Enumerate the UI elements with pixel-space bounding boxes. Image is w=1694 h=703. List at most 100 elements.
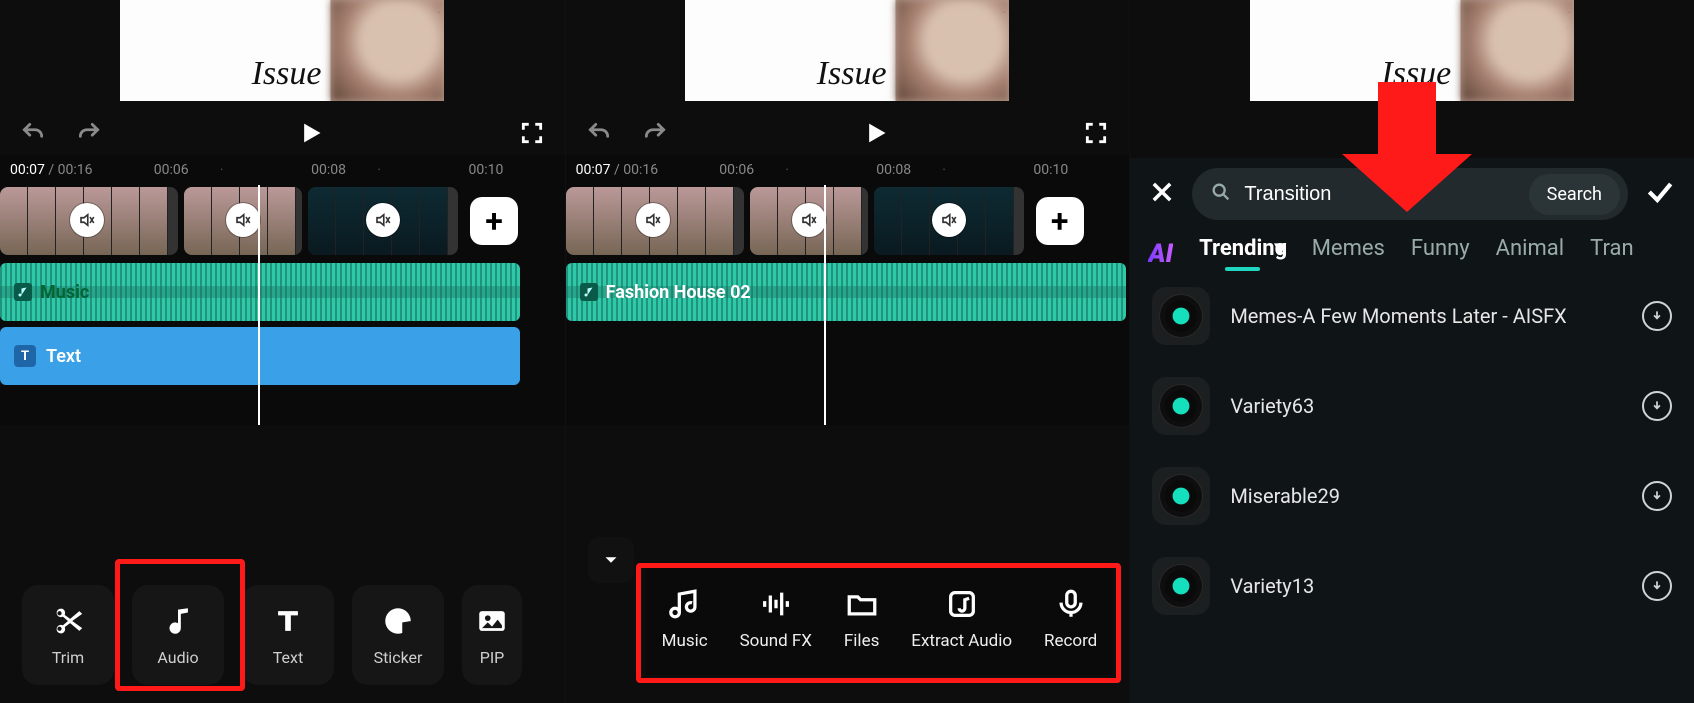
tool-audio[interactable]: Audio	[132, 585, 224, 685]
mute-icon[interactable]	[70, 203, 104, 237]
sound-name: Miserable29	[1230, 484, 1622, 508]
playhead[interactable]	[824, 185, 826, 425]
audio-track[interactable]: Fashion House 02	[566, 263, 1126, 321]
audio-submenu: Music Sound FX Files Extract Audio Recor…	[646, 563, 1114, 675]
download-button[interactable]	[1642, 571, 1672, 601]
tab-animal[interactable]: Animal	[1496, 236, 1564, 271]
redo-button[interactable]	[76, 120, 102, 146]
tool-pip[interactable]: PIP	[462, 585, 522, 685]
mute-icon[interactable]	[226, 203, 260, 237]
video-clip[interactable]	[750, 187, 868, 255]
playhead[interactable]	[258, 185, 260, 425]
collapse-submenu-button[interactable]	[588, 537, 634, 583]
tab-memes[interactable]: Memes	[1312, 236, 1385, 271]
preview-frame[interactable]: Issuet	[685, 0, 1009, 101]
play-button[interactable]	[861, 119, 889, 147]
preview-frame[interactable]: Issuet	[1250, 0, 1574, 101]
sound-item[interactable]: Variety63	[1130, 361, 1694, 451]
sound-panel: Search AI Trending ▾ Memes Funny Animal …	[1130, 158, 1694, 703]
text-icon	[271, 604, 305, 638]
timeline-ruler[interactable]: 00:07 / 00:16 00:06 00:08 00:10	[566, 155, 1130, 185]
sound-item[interactable]: Variety13	[1130, 541, 1694, 631]
sound-item[interactable]: Memes-A Few Moments Later - AISFX	[1130, 271, 1694, 361]
fullscreen-button[interactable]	[1083, 120, 1109, 146]
time-position: 00:07	[576, 162, 611, 178]
mute-icon[interactable]	[932, 203, 966, 237]
fullscreen-button[interactable]	[519, 120, 545, 146]
tool-text[interactable]: Text	[242, 585, 334, 685]
timeline-tracks[interactable]: + Music T Text	[0, 185, 565, 425]
mute-icon[interactable]	[366, 203, 400, 237]
preview-frame[interactable]: Issue t	[120, 0, 444, 101]
video-track[interactable]: +	[0, 185, 565, 257]
download-button[interactable]	[1642, 391, 1672, 421]
download-button[interactable]	[1642, 301, 1672, 331]
download-button[interactable]	[1642, 481, 1672, 511]
sound-item[interactable]: Miserable29	[1130, 451, 1694, 541]
search-input[interactable]	[1244, 183, 1516, 206]
sound-thumbnail	[1152, 287, 1210, 345]
audio-track-name: Fashion House 02	[606, 282, 751, 303]
audio-track-label: Music	[40, 282, 89, 303]
bottom-toolbar: Trim Audio Text Sticker PIP	[0, 585, 565, 685]
ruler-tick: 00:06	[92, 162, 249, 178]
music-note-icon	[14, 283, 32, 301]
audio-sub-soundfx[interactable]: Sound FX	[740, 587, 812, 651]
undo-button[interactable]	[586, 120, 612, 146]
video-clip[interactable]	[0, 187, 178, 255]
ruler-tick: 00:06	[658, 162, 815, 178]
preview-caption: Issuet	[817, 55, 887, 93]
screen-sound-library: Issuet Search AI	[1129, 0, 1694, 703]
tab-funny[interactable]: Funny	[1411, 236, 1470, 271]
time-duration: / 00:16	[611, 162, 659, 178]
video-clip[interactable]	[566, 187, 744, 255]
search-button[interactable]: Search	[1529, 174, 1620, 215]
search-bar[interactable]: Search	[1192, 168, 1628, 220]
undo-button[interactable]	[20, 120, 46, 146]
music-note-icon	[668, 587, 702, 621]
audio-sub-record[interactable]: Record	[1044, 587, 1097, 651]
ruler-tick: 00:10	[972, 162, 1129, 178]
microphone-icon	[1054, 587, 1088, 621]
close-button[interactable]	[1148, 178, 1176, 210]
audio-sub-files[interactable]: Files	[844, 587, 879, 651]
tool-sticker[interactable]: Sticker	[352, 585, 444, 685]
video-clip[interactable]	[308, 187, 458, 255]
ruler-tick: 00:08	[250, 162, 407, 178]
sound-list[interactable]: Memes-A Few Moments Later - AISFX Variet…	[1130, 271, 1694, 703]
folder-icon	[845, 587, 879, 621]
video-clip[interactable]	[874, 187, 1024, 255]
time-duration: / 00:16	[45, 162, 93, 178]
chevron-down-icon: ▾	[1275, 236, 1286, 261]
audio-sub-extract[interactable]: Extract Audio	[911, 587, 1012, 651]
preview-area: Issue t	[0, 0, 565, 155]
time-position: 00:07	[10, 162, 45, 178]
video-clip[interactable]	[184, 187, 302, 255]
sound-thumbnail	[1152, 377, 1210, 435]
mute-icon[interactable]	[792, 203, 826, 237]
tab-ai[interactable]: AI	[1148, 239, 1173, 269]
music-note-icon	[161, 604, 195, 638]
confirm-button[interactable]	[1644, 176, 1676, 212]
tab-tran[interactable]: Tran	[1590, 236, 1633, 271]
text-track-label: Text	[46, 346, 81, 367]
play-button[interactable]	[296, 119, 324, 147]
sound-name: Memes-A Few Moments Later - AISFX	[1230, 304, 1622, 328]
sticker-icon	[381, 604, 415, 638]
text-icon: T	[14, 345, 36, 367]
ruler-tick: 00:08	[815, 162, 972, 178]
timeline-tracks[interactable]: + Fashion House 02	[566, 185, 1130, 425]
screen-editor-1: Issue t	[0, 0, 565, 703]
redo-button[interactable]	[642, 120, 668, 146]
text-track[interactable]: T Text	[0, 327, 520, 385]
image-icon	[475, 604, 509, 638]
audio-sub-music[interactable]: Music	[662, 587, 708, 651]
add-clip-button[interactable]: +	[470, 197, 518, 245]
tab-trending[interactable]: Trending ▾	[1199, 236, 1286, 271]
add-clip-button[interactable]: +	[1036, 197, 1084, 245]
video-track[interactable]: +	[566, 185, 1130, 257]
mute-icon[interactable]	[636, 203, 670, 237]
timeline-ruler[interactable]: 00:07 / 00:16 00:06 00:08 00:10	[0, 155, 565, 185]
tool-trim[interactable]: Trim	[22, 585, 114, 685]
audio-track[interactable]: Music	[0, 263, 520, 321]
